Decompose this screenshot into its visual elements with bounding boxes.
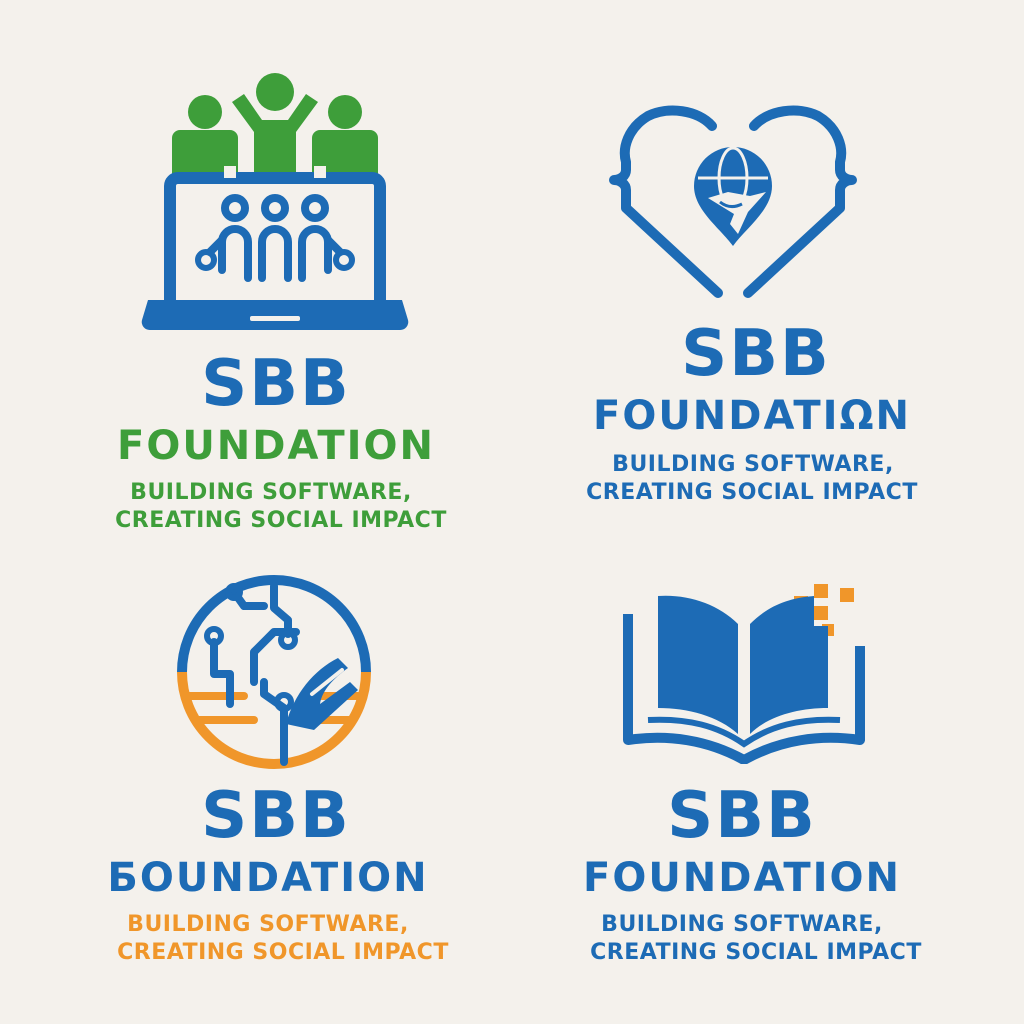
logo-tagline-line-2: CREATING SOCIAL IMPACT bbox=[590, 940, 922, 965]
logo-name: SBB bbox=[681, 317, 831, 391]
logo-tagline-line-1: BUILDING SOFTWARE, bbox=[130, 480, 412, 505]
logo-subtitle: БOUNDATION bbox=[107, 855, 429, 901]
laptop-people-icon bbox=[141, 73, 409, 331]
logo-tagline-line-2: CREATING SOCIAL IMPACT bbox=[586, 480, 918, 505]
heart-globe-icon bbox=[609, 105, 857, 298]
logo-laptop-people: SBB FOUNDATION BUILDING SOFTWARE, CREATI… bbox=[0, 0, 512, 533]
logo-subtitle: FOUNDATION bbox=[117, 423, 435, 469]
logo-tagline-line-1: BUILDING SOFTWARE, bbox=[127, 912, 409, 937]
logo-name: SBB bbox=[201, 347, 351, 421]
logo-circuit-globe: SBB БOUNDATION BUILDING SOFTWARE, CREATI… bbox=[0, 512, 512, 1024]
logo-tagline-line-2: CREATING SOCIAL IMPACT bbox=[117, 940, 449, 965]
logo-tagline-line-1: BUILDING SOFTWARE, bbox=[601, 912, 883, 937]
logo-name: SBB bbox=[201, 779, 351, 853]
logo-subtitle: FOUNDATIΩN bbox=[593, 393, 911, 439]
logo-subtitle: FOUNDATION bbox=[583, 855, 901, 901]
logo-open-book: SBB FOUNDATION BUILDING SOFTWARE, CREATI… bbox=[512, 512, 1024, 1024]
logo-heart-globe: SBB FOUNDATIΩN BUILDING SOFTWARE, CREATI… bbox=[512, 0, 1024, 512]
open-book-icon bbox=[623, 584, 865, 764]
circuit-globe-icon bbox=[177, 575, 371, 769]
logo-name: SBB bbox=[667, 779, 817, 853]
logo-tagline-line-1: BUILDING SOFTWARE, bbox=[612, 452, 894, 477]
